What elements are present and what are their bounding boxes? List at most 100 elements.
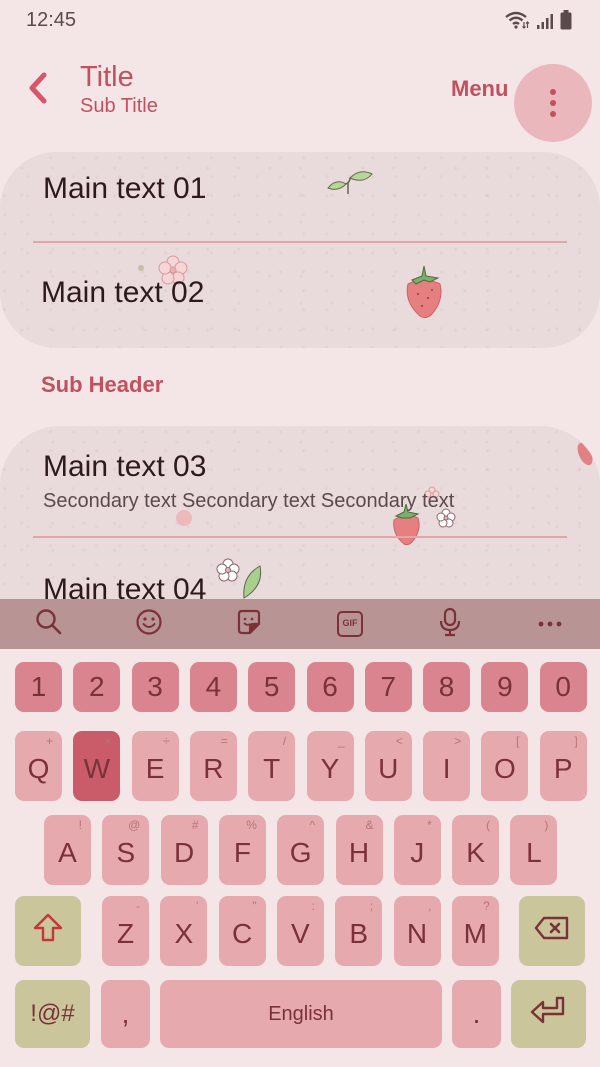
period-key[interactable]: .	[452, 980, 501, 1048]
key-label: 1	[30, 671, 47, 702]
key-f[interactable]: % F	[218, 815, 266, 885]
comma-key[interactable]: ,	[101, 980, 150, 1048]
key-3[interactable]: 3	[131, 662, 179, 712]
keyboard-emoji-button[interactable]	[124, 599, 174, 649]
key-q[interactable]: + Q	[15, 731, 62, 801]
key-label: 4	[205, 671, 222, 702]
key-0[interactable]: 0	[539, 662, 587, 712]
divider	[33, 536, 567, 538]
list-item-secondary-text: Secondary text Secondary text Secondary …	[43, 490, 455, 512]
key-m[interactable]: ? M	[451, 896, 499, 966]
keyboard-voice-button[interactable]	[425, 599, 475, 649]
key-label: 0	[555, 671, 571, 702]
list-item[interactable]: Main text 02	[0, 244, 600, 348]
battery-icon	[560, 10, 572, 30]
enter-icon	[529, 995, 569, 1034]
key-r[interactable]: = R	[189, 731, 237, 801]
key-g[interactable]: ^ G	[277, 815, 325, 885]
sub-header: Sub Header	[41, 372, 164, 397]
key-hint: <	[395, 734, 403, 748]
sticker-icon	[235, 608, 263, 641]
key-5[interactable]: 5	[248, 662, 296, 712]
key-hint: ,	[428, 899, 432, 913]
key-h[interactable]: & H	[335, 815, 383, 885]
back-button[interactable]	[20, 70, 56, 110]
key-4[interactable]: 4	[189, 662, 237, 712]
wifi-icon	[504, 10, 530, 30]
keyboard-gif-button[interactable]: GIF	[325, 599, 375, 649]
key-c[interactable]: " C	[218, 896, 266, 966]
key-label: J	[410, 837, 425, 868]
key-hint: ×	[104, 734, 112, 748]
key-label: 6	[322, 671, 338, 702]
key-k[interactable]: (K	[452, 815, 500, 885]
keyboard-more-button[interactable]	[525, 599, 575, 649]
key-s[interactable]: @ S	[102, 815, 150, 885]
key-v[interactable]: :V	[276, 896, 324, 966]
key-1[interactable]: 1	[15, 662, 62, 712]
key-i[interactable]: > I	[423, 731, 471, 801]
enter-key[interactable]	[511, 980, 586, 1048]
status-icons	[504, 10, 572, 30]
key-8[interactable]: 8	[423, 662, 471, 712]
list-card-1: Main text 01 Main text 02	[0, 152, 600, 348]
mic-icon	[438, 607, 462, 642]
key-hint: !	[78, 818, 82, 832]
key-j[interactable]: * J	[393, 815, 441, 885]
key-label: G	[289, 837, 312, 868]
keyboard-sticker-button[interactable]	[224, 599, 274, 649]
key-label: O	[494, 753, 516, 784]
space-key[interactable]: English	[160, 980, 442, 1048]
title-block: Title Sub Title	[80, 60, 158, 118]
key-label: P	[553, 753, 573, 784]
emoji-icon	[135, 608, 163, 641]
key-hint: %	[246, 818, 257, 832]
key-x[interactable]: ' X	[160, 896, 208, 966]
keyboard-search-button[interactable]	[24, 599, 74, 649]
key-n[interactable]: ,N	[393, 896, 441, 966]
list-item-main-text: Main text 02	[41, 276, 205, 309]
key-9[interactable]: 9	[481, 662, 529, 712]
backspace-key[interactable]	[519, 896, 585, 966]
key-label: Z	[116, 918, 135, 949]
key-d[interactable]: # D	[160, 815, 208, 885]
key-label: L	[526, 837, 542, 868]
key-y[interactable]: _ Y	[306, 731, 354, 801]
key-b[interactable]: ; B	[335, 896, 383, 966]
keyboard: !@# , English . 1 2 3 4 5 6 7 8 9 0 + Q × W ÷ E = R / T _ Y < U…	[0, 649, 600, 1067]
list-item[interactable]: Main text 03 Secondary text Secondary te…	[0, 426, 600, 536]
key-t[interactable]: / T	[248, 731, 296, 801]
key-label: 2	[89, 671, 105, 702]
list-item-main-text: Main text 01	[43, 172, 207, 205]
period-key-label: .	[472, 998, 481, 1029]
signal-icon	[536, 12, 554, 30]
key-label: B	[349, 918, 369, 949]
shift-key[interactable]	[15, 896, 81, 966]
key-hint: &	[365, 818, 374, 832]
key-label: 3	[147, 671, 163, 702]
key-7[interactable]: 7	[364, 662, 412, 712]
key-u[interactable]: < U	[364, 731, 412, 801]
menu-button[interactable]: Menu	[451, 76, 508, 102]
more-vertical-icon-dot	[550, 111, 556, 117]
key-label: 8	[438, 671, 455, 702]
key-hint: _	[337, 734, 345, 748]
symbols-key[interactable]: !@#	[15, 980, 90, 1048]
key-hint: ^	[309, 818, 316, 832]
key-z[interactable]: -Z	[102, 896, 149, 966]
more-options-button[interactable]	[514, 64, 592, 142]
key-2[interactable]: 2	[73, 662, 121, 712]
key-label: X	[174, 918, 194, 949]
key-w[interactable]: × W	[73, 731, 121, 801]
search-icon	[35, 608, 63, 641]
key-p[interactable]: ] P	[539, 731, 587, 801]
key-6[interactable]: 6	[306, 662, 354, 712]
key-label: S	[116, 837, 136, 868]
shift-icon	[32, 912, 64, 951]
key-e[interactable]: ÷ E	[131, 731, 179, 801]
key-a[interactable]: ! A	[44, 815, 91, 885]
key-l[interactable]: ) L	[510, 815, 558, 885]
key-o[interactable]: [O	[481, 731, 529, 801]
list-item[interactable]: Main text 01	[0, 152, 600, 242]
key-hint: :	[311, 899, 315, 913]
